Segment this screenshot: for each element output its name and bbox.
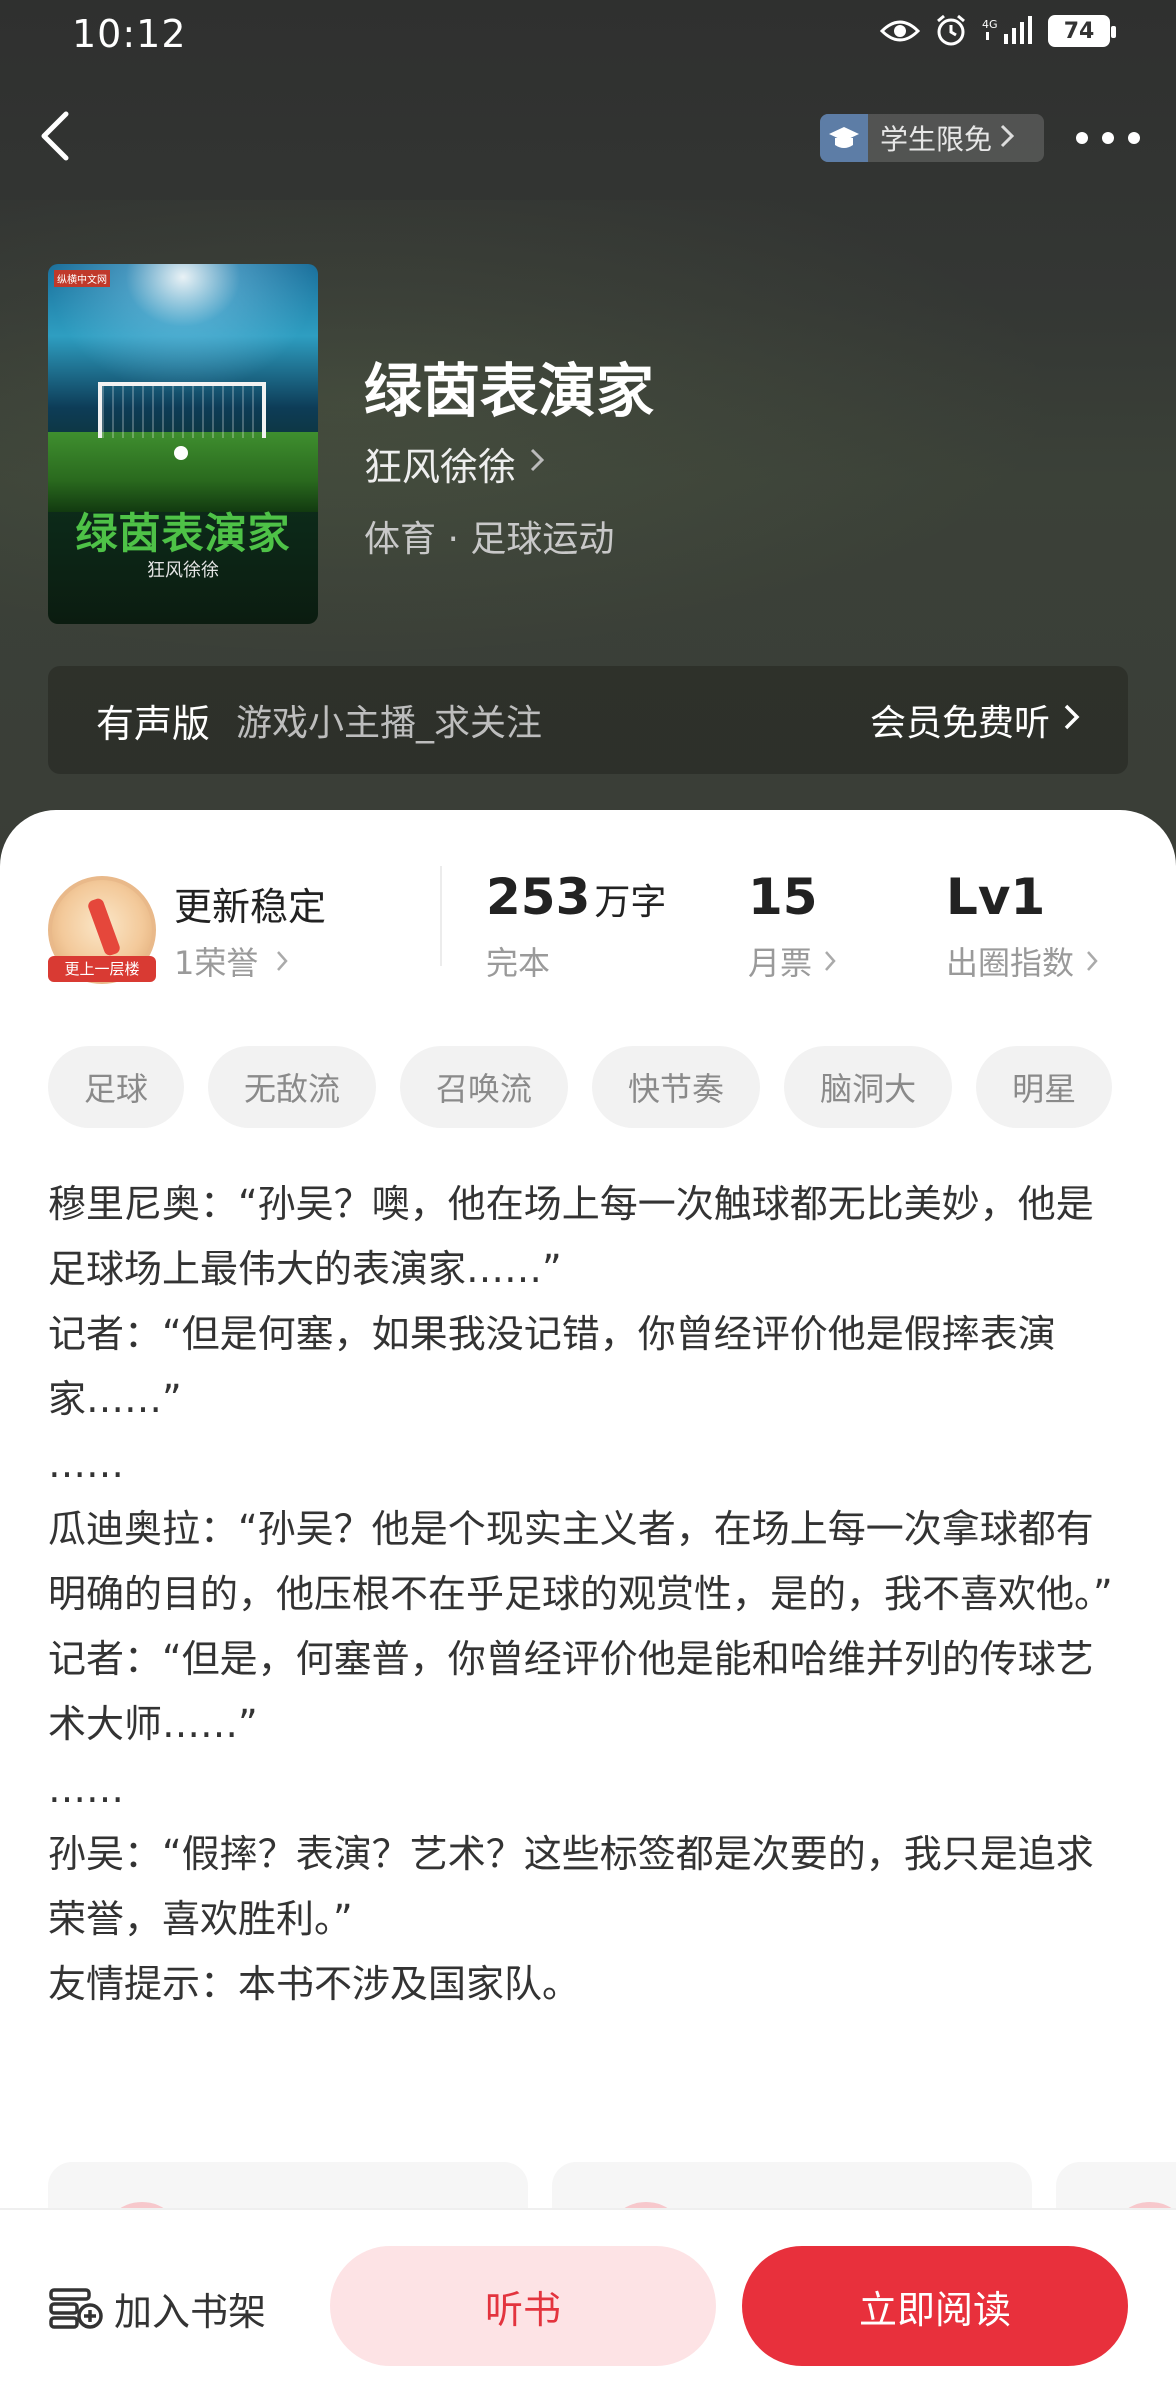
alarm-icon	[934, 14, 968, 48]
battery-icon: 74	[1048, 15, 1116, 47]
status-icons: 4G 74	[880, 14, 1116, 48]
update-status: 更新稳定	[174, 885, 327, 929]
book-synopsis[interactable]: 穆里尼奥：“孙吴？噢，他在场上每一次触球都无比美妙，他是足球场上最伟大的表演家……	[48, 1172, 1128, 2017]
listen-button[interactable]: 听书	[330, 2246, 716, 2366]
book-genre: 体育 · 足球运动	[364, 519, 615, 560]
cover-goal	[98, 382, 266, 438]
bottom-action-bar: 加入书架 听书 立即阅读	[0, 2208, 1176, 2400]
honor-link[interactable]: 1荣誉	[174, 938, 289, 984]
stats-divider	[440, 866, 442, 966]
chevron-right-icon	[824, 942, 836, 980]
synopsis-line: 穆里尼奥：“孙吴？噢，他在场上每一次触球都无比美妙，他是足球场上最伟大的表演家……	[48, 1182, 1094, 1291]
add-to-shelf-button[interactable]: 加入书架	[48, 2276, 266, 2340]
tag-chip[interactable]: 召唤流	[400, 1046, 569, 1128]
torch-icon	[86, 897, 122, 957]
honor-badge-ribbon: 更上一层楼	[48, 956, 156, 982]
student-badge-label: 学生限免	[880, 123, 993, 156]
cover-publisher: 纵横中文网	[54, 270, 110, 287]
book-title: 绿茵表演家	[364, 357, 655, 425]
chevron-right-icon	[1000, 122, 1015, 155]
more-dot-icon	[1128, 132, 1140, 144]
word-unit: 万字	[594, 882, 667, 923]
monthly-tickets-label: 月票	[748, 944, 813, 982]
monthly-tickets: 15	[748, 868, 818, 926]
audio-version-bar[interactable]: 有声版 游戏小主播_求关注 会员免费听	[48, 666, 1128, 774]
monthly-tickets-stat[interactable]: 15 月票	[748, 868, 836, 984]
more-dot-icon	[1076, 132, 1088, 144]
author-link[interactable]: 狂风徐徐	[364, 436, 545, 491]
more-button[interactable]	[1076, 120, 1140, 156]
synopsis-line: ……	[48, 1442, 124, 1486]
synopsis-line: 记者：“但是，何塞普，你曾经评价他是能和哈维并列的传球艺术大师……”	[48, 1637, 1094, 1746]
synopsis-line: 记者：“但是何塞，如果我没记错，你曾经评价他是假摔表演家……”	[48, 1312, 1056, 1421]
tag-chip[interactable]: 足球	[48, 1046, 185, 1128]
tag-chip[interactable]: 明星	[976, 1046, 1113, 1128]
audio-narrator: 游戏小主播_求关注	[236, 703, 543, 744]
synopsis-line: 友情提示：本书不涉及国家队。	[48, 1962, 581, 2006]
chevron-left-icon	[41, 111, 69, 161]
word-count: 253	[486, 868, 591, 926]
audio-action: 会员免费听	[869, 703, 1050, 744]
word-count-stat: 253 万字 完本	[486, 868, 666, 984]
status-time: 10:12	[72, 12, 187, 56]
synopsis-line: 孙吴：“假摔？表演？艺术？这些标签都是次要的，我只是追求荣誉，喜欢胜利。”	[48, 1832, 1094, 1941]
cover-title: 绿茵表演家	[75, 509, 291, 558]
bookshelf-add-icon	[48, 2286, 104, 2330]
tag-chip[interactable]: 脑洞大	[784, 1046, 953, 1128]
graduation-cap-icon	[820, 114, 868, 162]
chevron-right-icon	[530, 446, 545, 481]
tag-list: 足球 无敌流 召唤流 快节奏 脑洞大 明星	[48, 1046, 1176, 1128]
synopsis-line: ……	[48, 1767, 124, 1811]
network-type: 4G	[982, 18, 998, 31]
back-button[interactable]	[28, 108, 84, 164]
audio-label: 有声版	[96, 701, 211, 746]
chevron-right-icon	[1086, 942, 1098, 980]
chevron-right-icon	[1064, 701, 1080, 739]
tag-chip[interactable]: 无敌流	[208, 1046, 377, 1128]
cover-ball	[174, 446, 188, 460]
honor-badge-icon[interactable]: 更上一层楼	[48, 876, 156, 984]
synopsis-line: 瓜迪奥拉：“孙吴？他是个现实主义者，在场上每一次拿球都有明确的目的，他压根不在乎…	[48, 1507, 1113, 1616]
read-now-button[interactable]: 立即阅读	[742, 2246, 1128, 2366]
more-dot-icon	[1102, 132, 1114, 144]
eye-icon	[880, 17, 920, 45]
status-bar: 10:12 4G 74	[0, 0, 1176, 72]
level-label: 出圈指数	[946, 944, 1075, 982]
cover-author: 狂风徐徐	[147, 560, 219, 581]
chevron-right-icon	[276, 942, 289, 980]
book-cover[interactable]: 纵横中文网 绿茵表演家 狂风徐徐	[48, 264, 318, 624]
level-value: Lv1	[946, 868, 1046, 926]
level-stat[interactable]: Lv1 出圈指数	[946, 868, 1098, 984]
completion-status: 完本	[486, 944, 551, 982]
author-name: 狂风徐徐	[364, 445, 517, 489]
honor-count: 1荣誉	[174, 944, 259, 982]
tag-chip[interactable]: 快节奏	[592, 1046, 761, 1128]
add-to-shelf-label: 加入书架	[114, 2289, 267, 2334]
signal-icon: 4G	[982, 16, 1034, 46]
student-free-badge[interactable]: 学生限免	[820, 114, 1044, 162]
